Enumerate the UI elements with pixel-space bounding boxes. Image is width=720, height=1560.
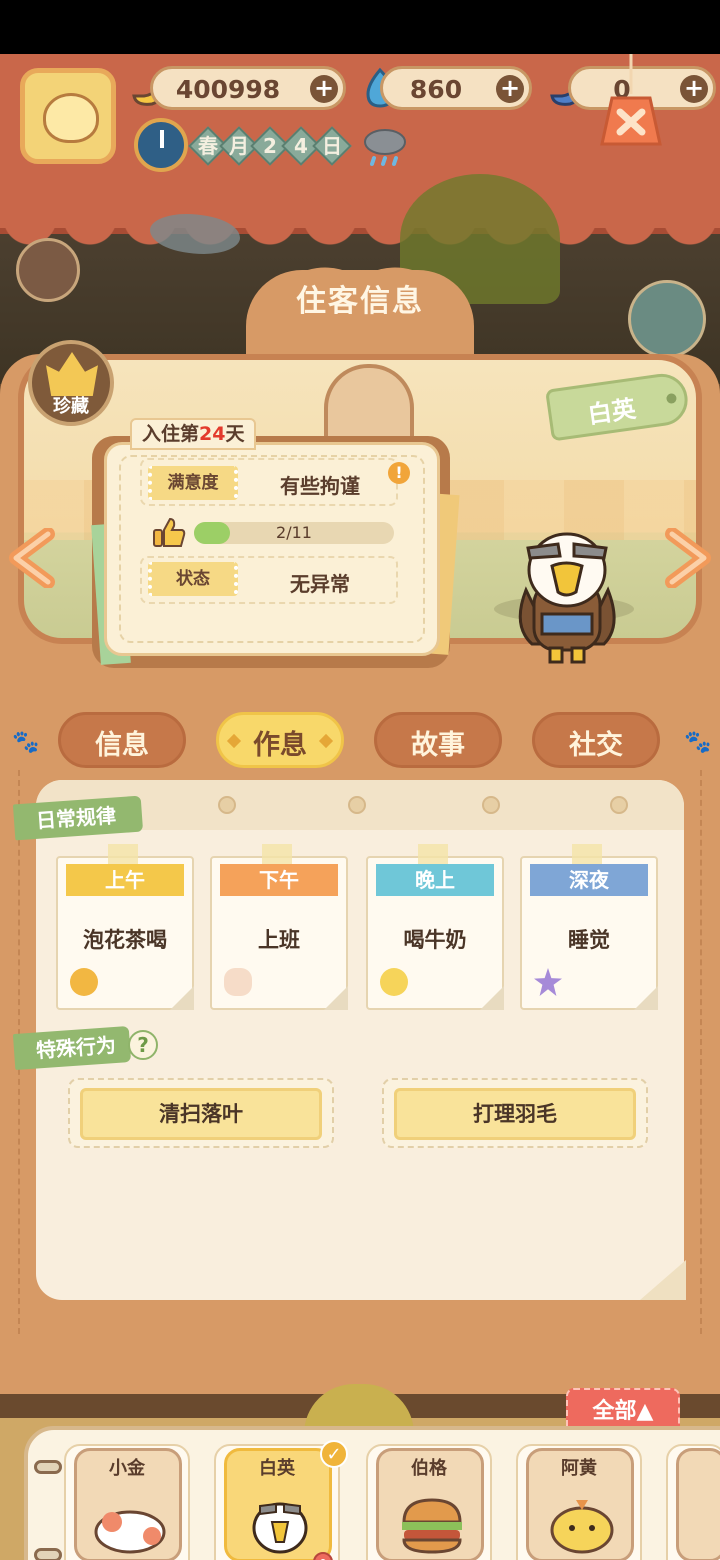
tape xyxy=(572,844,602,864)
sun-icon xyxy=(70,968,98,996)
stay-days: 24 xyxy=(199,423,226,445)
shop-button[interactable] xyxy=(16,238,80,302)
thumbs-up-icon xyxy=(153,517,186,547)
notebook-hole xyxy=(482,796,500,814)
flame-counter: 860 + xyxy=(380,66,532,110)
flame-value: 860 xyxy=(409,75,463,104)
awning-scallop xyxy=(0,222,720,250)
time-label: 下午 xyxy=(220,864,338,896)
page-title: 住客信息 xyxy=(296,284,424,319)
map-button[interactable] xyxy=(628,280,706,358)
cloud-icon xyxy=(224,968,252,996)
help-icon[interactable]: ? xyxy=(128,1030,158,1060)
time-label: 晚上 xyxy=(376,864,494,896)
hanging-tag-icon[interactable] xyxy=(598,54,664,164)
status-value: 无异常 xyxy=(290,572,350,596)
notebook-hole xyxy=(218,796,236,814)
tape xyxy=(108,844,138,864)
satisfaction-label: 满意度 xyxy=(148,466,238,500)
eagle-avatar-icon xyxy=(252,1502,308,1554)
rain-cloud-icon xyxy=(364,129,406,166)
dog-avatar-icon xyxy=(43,93,99,143)
add-flame-button[interactable]: + xyxy=(496,75,524,103)
star-icon xyxy=(534,968,562,996)
collection-button[interactable]: 珍藏 xyxy=(28,340,114,426)
time-of-day-icon xyxy=(134,118,188,172)
prev-guest-arrow-icon[interactable] xyxy=(8,528,58,588)
moon-icon xyxy=(380,968,408,996)
time-label: 上午 xyxy=(66,864,184,896)
stay-days-label: 入住第24天 xyxy=(130,418,257,450)
schedule-slot: 深夜 睡觉 xyxy=(520,844,658,1010)
next-guest-arrow-icon[interactable] xyxy=(662,528,712,588)
tab-story[interactable]: 故事 xyxy=(374,712,502,768)
schedule-slot: 上午 泡花茶喝 xyxy=(56,844,194,1010)
schedule-slot: 下午 上班 xyxy=(210,844,348,1010)
activity-label: 喝牛奶 xyxy=(403,928,467,952)
tape xyxy=(418,844,448,864)
guest-card-boge[interactable]: 伯格 xyxy=(366,1444,492,1560)
satisfaction-value: 有些拘谨 xyxy=(280,474,360,498)
guest-card-ahuang[interactable]: 阿黄 xyxy=(516,1444,642,1560)
page-fold xyxy=(324,986,348,1010)
activity-label: 睡觉 xyxy=(568,928,610,952)
special-action-sweep-leaves[interactable]: 清扫落叶 xyxy=(80,1088,322,1140)
player-avatar[interactable] xyxy=(20,68,116,164)
location-pin-icon[interactable] xyxy=(312,1552,334,1560)
special-action-groom-feathers[interactable]: 打理羽毛 xyxy=(394,1088,636,1140)
tape xyxy=(262,844,292,864)
page-fold xyxy=(634,986,658,1010)
notebook-hole xyxy=(348,796,366,814)
satisfaction-progress: 2/11 xyxy=(194,522,394,544)
page-fold xyxy=(170,986,194,1010)
eagle-guest-character[interactable] xyxy=(512,526,622,668)
guest-card-partial[interactable] xyxy=(666,1444,720,1560)
binder-ring xyxy=(34,1548,62,1560)
add-blue-banana-button[interactable]: + xyxy=(680,75,708,103)
time-label: 深夜 xyxy=(530,864,648,896)
activity-label: 上班 xyxy=(258,928,300,952)
banana-counter: 400998 + xyxy=(150,66,346,110)
guest-card-baiying[interactable]: 白英 xyxy=(214,1444,340,1560)
special-action-card: 清扫落叶 xyxy=(68,1078,334,1148)
progress-text: 2/11 xyxy=(276,523,312,542)
paw-icon: 🐾 xyxy=(12,730,40,755)
puppy-avatar-icon xyxy=(550,1500,614,1554)
guest-card-xiaojin[interactable]: 小金 xyxy=(64,1444,190,1560)
tab-info[interactable]: 信息 xyxy=(58,712,186,768)
alert-icon[interactable]: ! xyxy=(388,462,410,484)
schedule-slot: 晚上 喝牛奶 xyxy=(366,844,504,1010)
paw-icon: 🐾 xyxy=(684,730,712,755)
cat-avatar-icon xyxy=(94,1510,166,1554)
banana-value: 400998 xyxy=(175,75,281,104)
status-label: 状态 xyxy=(148,562,238,596)
activity-label: 泡花茶喝 xyxy=(83,928,167,952)
collection-label: 珍藏 xyxy=(53,396,89,417)
notebook-hole xyxy=(610,796,628,814)
add-banana-button[interactable]: + xyxy=(310,75,338,103)
binder-ring xyxy=(34,1460,62,1474)
tab-schedule[interactable]: 作息 xyxy=(216,712,344,768)
burger-avatar-icon xyxy=(402,1498,462,1554)
game-screen: 400998 + 860 + 0 + 春 月 2 4 日 住客信息 珍藏 白英 … xyxy=(0,54,720,1560)
selected-check-icon: ✓ xyxy=(320,1440,348,1468)
page-fold xyxy=(480,986,504,1010)
tab-social[interactable]: 社交 xyxy=(532,712,660,768)
special-action-card: 打理羽毛 xyxy=(382,1078,648,1148)
dashed-border xyxy=(700,770,702,1334)
treasure-icon xyxy=(46,352,98,396)
